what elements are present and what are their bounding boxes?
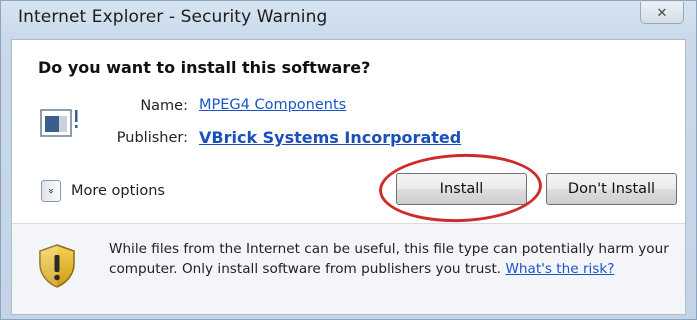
title-bar: Internet Explorer - Security Warning ✕: [1, 1, 696, 39]
warning-panel: While files from the Internet can be use…: [12, 224, 685, 314]
chevron-down-icon: »: [41, 180, 61, 202]
dont-install-button-label: Don't Install: [567, 181, 656, 197]
software-name-link[interactable]: MPEG4 Components: [199, 97, 346, 113]
dialog-body: Do you want to install this software? Na…: [11, 39, 686, 315]
more-options-label: More options: [71, 183, 165, 199]
publisher-label: Publisher:: [116, 130, 188, 146]
close-button[interactable]: ✕: [640, 2, 684, 24]
security-warning-window: Internet Explorer - Security Warning ✕ D…: [0, 0, 697, 320]
install-question: Do you want to install this software?: [38, 58, 371, 77]
more-options-toggle[interactable]: » More options: [40, 179, 165, 203]
install-button-label: Install: [439, 181, 484, 197]
install-button[interactable]: Install: [396, 173, 527, 205]
warning-message: While files from the Internet can be use…: [109, 239, 679, 279]
shield-warning-icon: [39, 244, 75, 288]
whats-the-risk-link[interactable]: What's the risk?: [505, 261, 614, 277]
name-label: Name:: [140, 98, 188, 114]
dont-install-button[interactable]: Don't Install: [546, 173, 677, 205]
publisher-link[interactable]: VBrick Systems Incorporated: [199, 128, 461, 147]
window-title: Internet Explorer - Security Warning: [18, 7, 328, 27]
close-icon: ✕: [656, 6, 668, 21]
